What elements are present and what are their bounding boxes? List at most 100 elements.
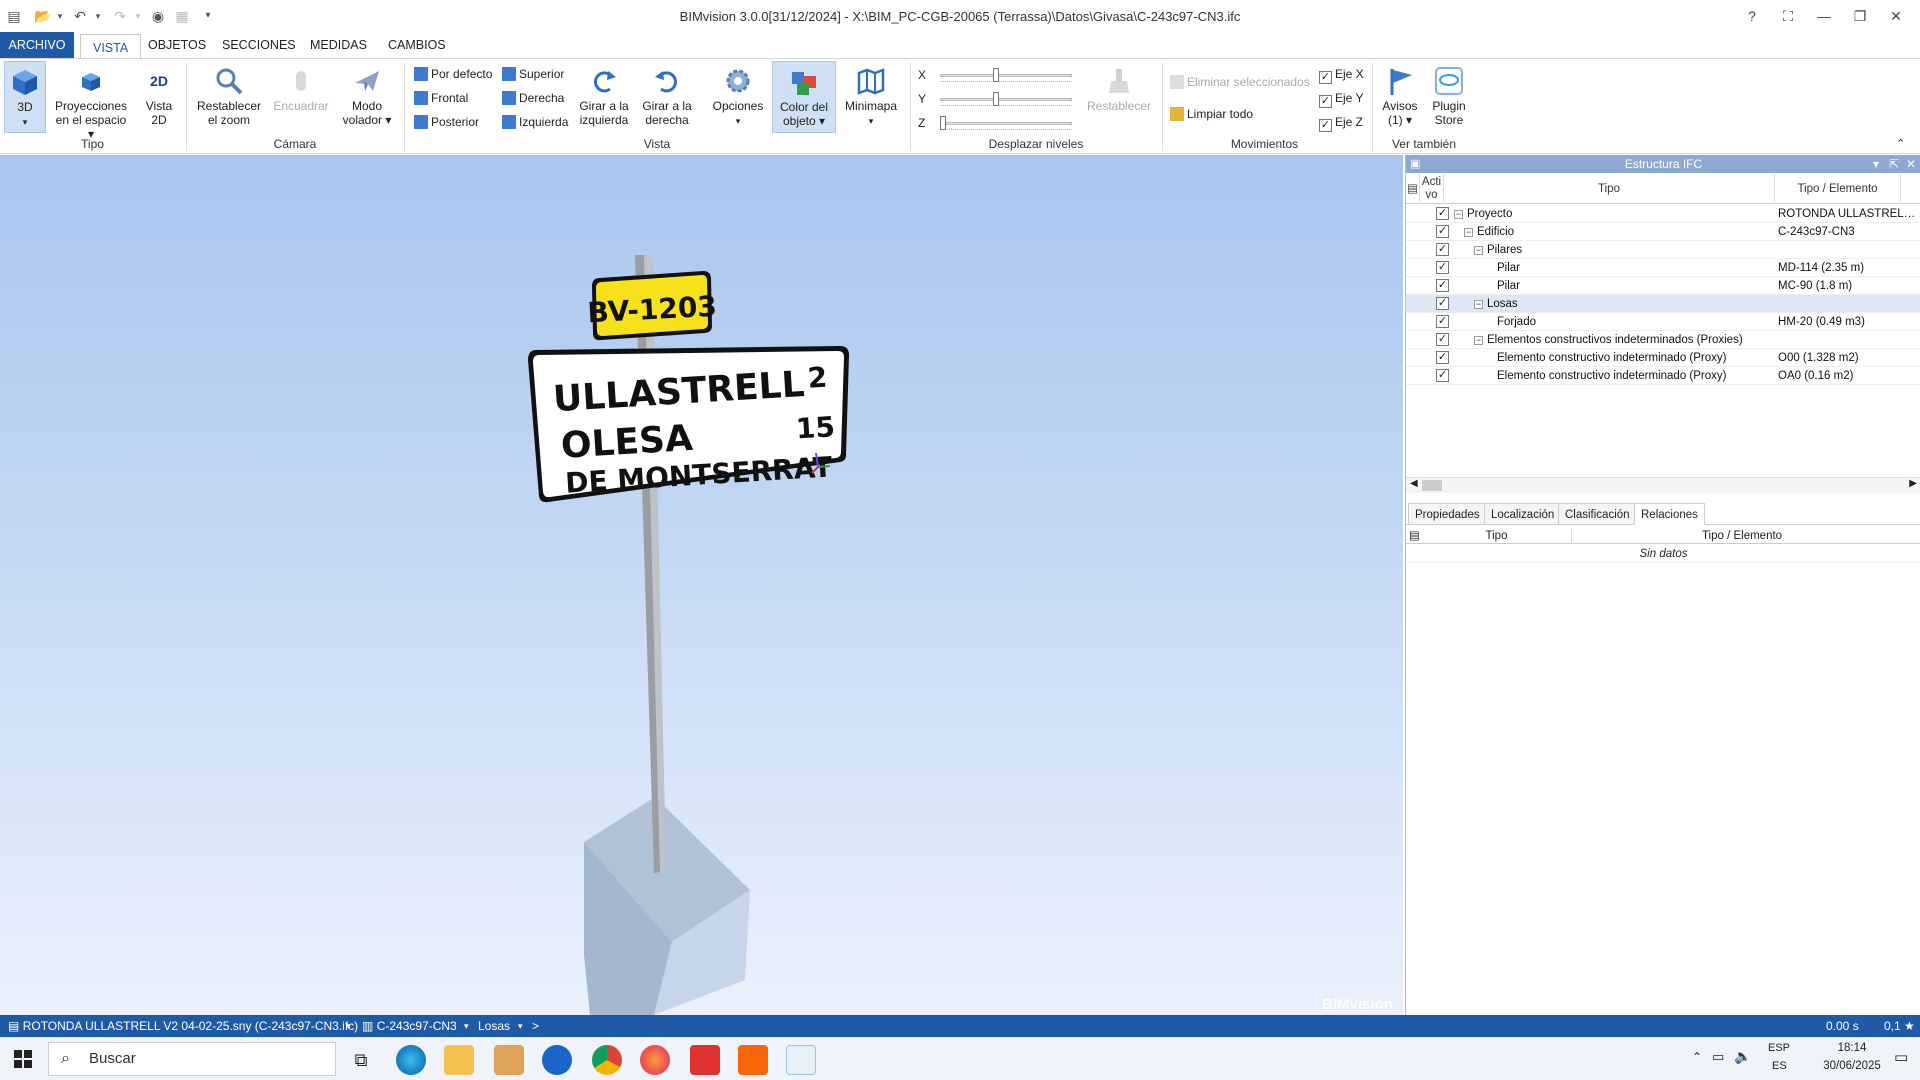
active-checkbox[interactable]: ✓ — [1436, 315, 1449, 328]
view-left-button[interactable]: Izquierda — [502, 113, 568, 131]
collapse-toggle-icon[interactable]: − — [1474, 300, 1483, 309]
collapse-toggle-icon[interactable]: − — [1474, 336, 1483, 345]
clear-all-button[interactable]: Limpiar todo — [1170, 105, 1253, 123]
tab-vista[interactable]: VISTA — [80, 34, 142, 60]
slider-thumb[interactable] — [992, 92, 999, 106]
volume-icon[interactable]: 🔈 — [1734, 1048, 1751, 1065]
scene-canvas[interactable]: BV-1203 ULLASTRELL 2 OLESA 15 DE MONTSER… — [0, 155, 1403, 1015]
collapse-toggle-icon[interactable]: − — [1464, 228, 1473, 237]
breadcrumb-next[interactable]: > — [532, 1015, 539, 1037]
reset-zoom-button[interactable]: Restablecer el zoom — [194, 61, 264, 133]
firefox-icon[interactable] — [640, 1045, 670, 1075]
tree-row[interactable]: ✓ Forjado HM-20 (0.49 m3) — [1406, 313, 1920, 331]
view-back-button[interactable]: Posterior — [414, 113, 479, 131]
options-button[interactable]: Opciones ▾ — [706, 61, 770, 133]
breadcrumb-losas[interactable]: Losas — [478, 1015, 510, 1037]
tab-archivo[interactable]: ARCHIVO — [0, 32, 74, 58]
tree-row[interactable]: ✓ − Elementos constructivos indeterminados… — [1406, 331, 1920, 349]
axis-x-checkbox[interactable]: ✓ Eje X — [1319, 65, 1364, 84]
tree-row[interactable]: ✓−ProyectoROTONDA ULLASTRELL V2 04-02-25 — [1406, 205, 1920, 223]
rel-col-tipo[interactable]: Tipo — [1422, 528, 1572, 544]
active-checkbox[interactable]: ✓ — [1436, 207, 1449, 220]
close-button[interactable]: ✕ — [1878, 0, 1914, 32]
object-color-button[interactable]: Color del objeto ▾ — [772, 61, 836, 133]
help-button[interactable]: ? — [1734, 0, 1770, 32]
edge-icon[interactable] — [396, 1045, 426, 1075]
collapse-toggle-icon[interactable]: − — [1454, 210, 1463, 219]
panel-float-icon[interactable]: ⇱ — [1889, 155, 1899, 173]
taskbar-search[interactable]: ⌕ Buscar — [48, 1042, 336, 1076]
notifications-icon[interactable]: ▭ — [1894, 1048, 1908, 1066]
scroll-right-icon[interactable]: ▶ — [1909, 478, 1917, 489]
bimvision-taskbar-icon[interactable] — [786, 1045, 816, 1075]
col-elemento[interactable]: Tipo / Elemento — [1775, 174, 1901, 204]
tree-hscrollbar[interactable]: ◀ ▶ — [1406, 477, 1920, 493]
warnings-button[interactable]: Avisos (1) ▾ — [1378, 61, 1422, 133]
view-front-button[interactable]: Frontal — [414, 89, 468, 107]
rel-col-elemento[interactable]: Tipo / Elemento — [1572, 528, 1912, 544]
tree-row[interactable]: ✓ Elemento constructivo indeterminado (Pr… — [1406, 367, 1920, 385]
breadcrumb-building[interactable]: ▥ C-243c97-CN3 — [362, 1015, 457, 1037]
view-default-button[interactable]: Por defecto — [414, 65, 492, 83]
tree-row[interactable]: ✓ Pilar MC-90 (1.8 m) — [1406, 277, 1920, 295]
view-right-button[interactable]: Derecha — [502, 89, 564, 107]
active-checkbox[interactable]: ✓ — [1436, 333, 1449, 346]
checkbox-checked[interactable]: ✓ — [1319, 95, 1332, 108]
collapse-toggle-icon[interactable]: − — [1474, 246, 1483, 255]
col-activo[interactable]: Acti vo — [1420, 174, 1444, 204]
task-view-icon[interactable]: ⧉ — [346, 1045, 376, 1075]
delete-selected-button[interactable]: Eliminar seleccionados — [1170, 73, 1310, 91]
language-secondary[interactable]: ES — [1772, 1060, 1787, 1072]
media-app-icon[interactable] — [494, 1045, 524, 1075]
column-chooser-icon[interactable]: ▤ — [1406, 174, 1420, 204]
rotate-left-button[interactable]: Girar a la izquierda — [574, 61, 634, 133]
tab-propiedades[interactable]: Propiedades — [1408, 503, 1487, 525]
tab-objetos[interactable]: OBJETOS — [136, 32, 218, 58]
chrome-icon[interactable] — [592, 1045, 622, 1075]
scroll-left-icon[interactable]: ◀ — [1410, 478, 1418, 489]
plugin-store-button[interactable]: Plugin Store — [1426, 61, 1472, 133]
reset-levels-button[interactable]: Restablecer — [1082, 61, 1156, 133]
active-checkbox[interactable]: ✓ — [1436, 369, 1449, 382]
view-3d-button[interactable]: 3D ▾ — [4, 61, 46, 133]
tab-clasificacion[interactable]: Clasificación — [1558, 503, 1637, 525]
language-primary[interactable]: ESP — [1768, 1042, 1790, 1054]
tree-row[interactable]: ✓ Elemento constructivo indeterminado (Pr… — [1406, 349, 1920, 367]
clock-time[interactable]: 18:14 — [1820, 1042, 1884, 1054]
app-orange-icon[interactable] — [738, 1045, 768, 1075]
crumb-dropdown-icon[interactable]: ▾ — [346, 1015, 351, 1037]
crumb-dropdown-icon[interactable]: ▾ — [464, 1015, 469, 1037]
restore-button[interactable]: ❐ — [1842, 0, 1878, 32]
tab-cambios[interactable]: CAMBIOS — [376, 32, 458, 58]
active-checkbox[interactable]: ✓ — [1436, 351, 1449, 364]
z-level-slider[interactable] — [940, 116, 1072, 130]
tab-secciones[interactable]: SECCIONES — [210, 32, 308, 58]
thunderbird-icon[interactable] — [542, 1045, 572, 1075]
tab-medidas[interactable]: MEDIDAS — [298, 32, 379, 58]
tab-localizacion[interactable]: Localización — [1484, 503, 1562, 525]
zoom-level[interactable]: 0,1 ★ — [1884, 1015, 1915, 1037]
active-checkbox[interactable]: ✓ — [1436, 261, 1449, 274]
minimap-button[interactable]: Minimapa ▾ — [840, 61, 902, 133]
active-checkbox[interactable]: ✓ — [1436, 297, 1449, 310]
minimize-button[interactable]: — — [1806, 0, 1842, 32]
scroll-thumb[interactable] — [1422, 480, 1442, 491]
tree-row[interactable]: ✓ − Edificio C-243c97-CN3 — [1406, 223, 1920, 241]
y-level-slider[interactable] — [940, 92, 1072, 106]
frame-button[interactable]: Encuadrar — [268, 61, 334, 133]
axis-z-checkbox[interactable]: ✓ Eje Z — [1319, 113, 1363, 132]
column-chooser-icon[interactable]: ▤ — [1409, 528, 1420, 544]
panel-pin-icon[interactable]: ▣ — [1410, 155, 1420, 173]
windows-start-icon[interactable] — [14, 1050, 32, 1068]
checkbox-checked[interactable]: ✓ — [1319, 119, 1332, 132]
network-icon[interactable]: ▭ — [1712, 1049, 1724, 1065]
checkbox-checked[interactable]: ✓ — [1319, 71, 1332, 84]
file-explorer-icon[interactable] — [444, 1045, 474, 1075]
tab-relaciones[interactable]: Relaciones — [1634, 503, 1705, 525]
projections-button[interactable]: Proyecciones en el espacio ▾ — [52, 61, 130, 141]
tray-chevron-icon[interactable]: ⌃ — [1692, 1050, 1702, 1064]
collapse-ribbon-icon[interactable]: ⌃ — [1896, 137, 1905, 150]
panel-close-icon[interactable]: ✕ — [1906, 155, 1916, 173]
slider-thumb[interactable] — [992, 68, 999, 82]
tree-row[interactable]: ✓ Pilar MD-114 (2.35 m) — [1406, 259, 1920, 277]
